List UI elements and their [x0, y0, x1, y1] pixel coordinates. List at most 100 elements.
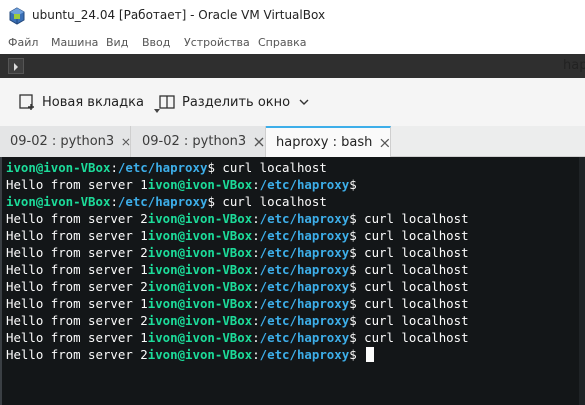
- prompt-path: /etc/haproxy: [259, 279, 350, 294]
- tab-haproxy-bash[interactable]: haproxy : bash: [266, 126, 391, 157]
- terminal-output-text: Hello from server 2: [6, 279, 148, 294]
- terminal-command: curl localhost: [356, 245, 469, 260]
- terminal-line: ivon@ivon-VBox:/etc/haproxy$ curl localh…: [6, 159, 469, 176]
- menu-machine[interactable]: Машина: [51, 36, 98, 49]
- terminal-line: Hello from server 1ivon@ivon-VBox:/etc/h…: [6, 261, 469, 278]
- prompt-user: ivon@ivon-VBox: [147, 262, 253, 277]
- prompt-separator: :: [252, 330, 260, 345]
- konsole-window-title: hap: [563, 58, 585, 73]
- prompt-symbol: $: [207, 194, 215, 209]
- prompt-path: /etc/haproxy: [117, 160, 208, 175]
- menu-input[interactable]: Ввод: [142, 36, 170, 49]
- menu-bar: Файл Машина Вид Ввод Устройства Справка: [0, 32, 585, 54]
- prompt-user: ivon@ivon-VBox: [147, 313, 253, 328]
- prompt-path: /etc/haproxy: [259, 330, 350, 345]
- terminal-output-text: Hello from server 2: [6, 245, 148, 260]
- tab-bar: 09-02 : python3 09-02 : python3 haproxy …: [0, 126, 585, 157]
- tab-label: 09-02 : python3: [142, 134, 247, 149]
- prompt-separator: :: [110, 194, 118, 209]
- menu-help[interactable]: Справка: [258, 36, 306, 49]
- prompt-separator: :: [252, 245, 260, 260]
- menu-file[interactable]: Файл: [8, 36, 38, 49]
- prompt-symbol: $: [349, 330, 357, 345]
- tab-python3-2[interactable]: 09-02 : python3: [131, 126, 266, 157]
- terminal-output-text: Hello from server 2: [6, 313, 148, 328]
- prompt-separator: :: [252, 211, 260, 226]
- new-tab-icon: [19, 94, 34, 110]
- prompt-path: /etc/haproxy: [259, 313, 350, 328]
- terminal-command: curl localhost: [356, 330, 469, 345]
- window-titlebar: ubuntu_24.04 [Работает] - Oracle VM Virt…: [0, 0, 585, 32]
- terminal-output-text: Hello from server 1: [6, 262, 148, 277]
- close-icon[interactable]: [254, 137, 264, 147]
- terminal-line: Hello from server 1ivon@ivon-VBox:/etc/h…: [6, 295, 469, 312]
- prompt-user: ivon@ivon-VBox: [6, 160, 111, 175]
- prompt-symbol: $: [349, 245, 357, 260]
- terminal-command: curl localhost: [356, 296, 469, 311]
- terminal-command: [357, 347, 364, 362]
- prompt-separator: :: [252, 347, 260, 362]
- prompt-user: ivon@ivon-VBox: [147, 245, 253, 260]
- virtualbox-icon: [9, 7, 25, 25]
- terminal-command: curl localhost: [356, 228, 469, 243]
- prompt-symbol: $: [349, 177, 357, 192]
- chevron-right-icon: [14, 63, 18, 71]
- prompt-user: ivon@ivon-VBox: [147, 211, 253, 226]
- terminal-line: Hello from server 2ivon@ivon-VBox:/etc/h…: [6, 278, 469, 295]
- window-title: ubuntu_24.04 [Работает] - Oracle VM Virt…: [32, 8, 326, 22]
- prompt-path: /etc/haproxy: [259, 211, 350, 226]
- prompt-path: /etc/haproxy: [117, 194, 208, 209]
- prompt-user: ivon@ivon-VBox: [6, 194, 111, 209]
- terminal-output-text: Hello from server 2: [6, 211, 148, 226]
- prompt-symbol: $: [349, 228, 357, 243]
- prompt-path: /etc/haproxy: [259, 177, 350, 192]
- close-icon[interactable]: [380, 138, 390, 148]
- terminal-output-text: Hello from server 1: [6, 177, 148, 192]
- menu-view[interactable]: Вид: [106, 36, 128, 49]
- terminal-command: curl localhost: [356, 279, 469, 294]
- panel-expand-button[interactable]: [8, 58, 24, 74]
- menu-devices[interactable]: Устройства: [184, 36, 250, 49]
- prompt-symbol: $: [349, 296, 357, 311]
- tab-python3-1[interactable]: 09-02 : python3: [0, 126, 131, 157]
- terminal-command: curl localhost: [356, 211, 469, 226]
- prompt-path: /etc/haproxy: [259, 296, 350, 311]
- terminal-command: curl localhost: [356, 313, 469, 328]
- prompt-separator: :: [252, 279, 260, 294]
- split-view-button[interactable]: Разделить окно: [158, 90, 310, 114]
- prompt-path: /etc/haproxy: [259, 262, 350, 277]
- prompt-symbol: $: [349, 211, 357, 226]
- prompt-user: ivon@ivon-VBox: [147, 347, 253, 362]
- terminal-line: Hello from server 1ivon@ivon-VBox:/etc/h…: [6, 329, 469, 346]
- split-view-label: Разделить окно: [182, 94, 291, 110]
- terminal-output-text: Hello from server 1: [6, 330, 148, 345]
- terminal-view[interactable]: ivon@ivon-VBox:/etc/haproxy$ curl localh…: [0, 157, 585, 405]
- terminal-line: Hello from server 2ivon@ivon-VBox:/etc/h…: [6, 346, 469, 363]
- prompt-user: ivon@ivon-VBox: [147, 279, 253, 294]
- terminal-scrollbar[interactable]: [579, 157, 585, 405]
- prompt-separator: :: [252, 296, 260, 311]
- chevron-down-icon: [299, 99, 309, 105]
- close-icon[interactable]: [122, 137, 130, 147]
- prompt-user: ivon@ivon-VBox: [147, 177, 253, 192]
- terminal-output-text: Hello from server 1: [6, 296, 148, 311]
- terminal-output-text: Hello from server 1: [6, 228, 148, 243]
- tab-label: 09-02 : python3: [10, 134, 115, 149]
- terminal-cursor: [366, 347, 375, 362]
- new-tab-button[interactable]: Новая вкладка: [18, 90, 144, 114]
- terminal-command: curl localhost: [214, 194, 327, 209]
- prompt-user: ivon@ivon-VBox: [147, 228, 253, 243]
- prompt-separator: :: [252, 313, 260, 328]
- guest-top-panel: [0, 54, 585, 78]
- prompt-symbol: $: [349, 313, 357, 328]
- terminal-line: Hello from server 2ivon@ivon-VBox:/etc/h…: [6, 312, 469, 329]
- terminal-command: curl localhost: [356, 262, 469, 277]
- tab-label: haproxy : bash: [276, 135, 373, 150]
- terminal-line: Hello from server 2ivon@ivon-VBox:/etc/h…: [6, 244, 469, 261]
- prompt-symbol: $: [349, 262, 357, 277]
- prompt-separator: :: [252, 177, 260, 192]
- prompt-separator: :: [252, 262, 260, 277]
- terminal-line: Hello from server 1ivon@ivon-VBox:/etc/h…: [6, 176, 469, 193]
- terminal-line: Hello from server 2ivon@ivon-VBox:/etc/h…: [6, 210, 469, 227]
- prompt-separator: :: [110, 160, 118, 175]
